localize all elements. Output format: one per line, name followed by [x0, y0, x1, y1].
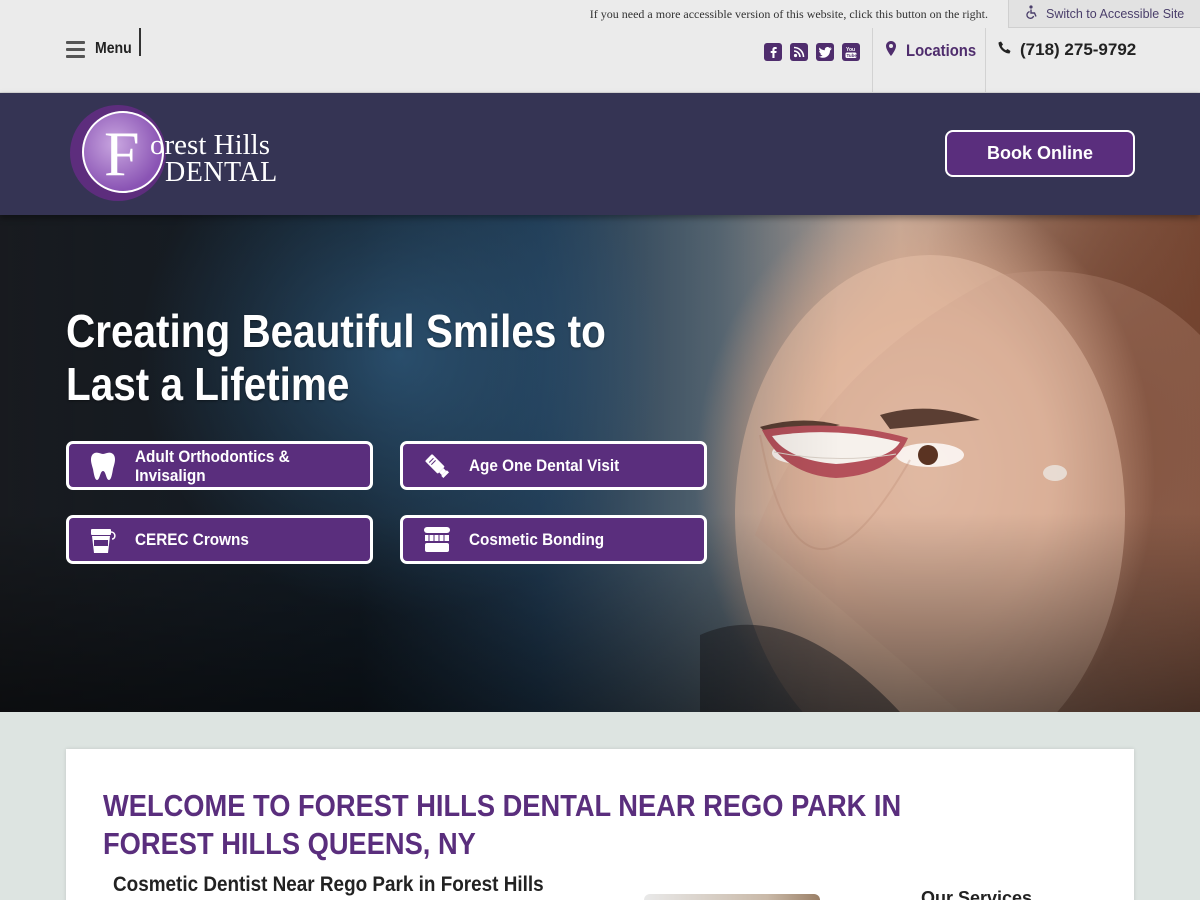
menu-button[interactable]: Menu — [66, 40, 137, 58]
youtube-icon[interactable]: You Tube — [842, 43, 860, 61]
floss-icon — [87, 524, 119, 556]
svg-text:Tube: Tube — [847, 53, 858, 58]
logo[interactable]: F orest Hills DENTAL — [70, 105, 300, 201]
locations-link[interactable]: Locations — [886, 41, 984, 61]
cta-label: CEREC Crowns — [135, 530, 249, 549]
cta-label: Adult Orthodontics & Invisalign — [135, 446, 290, 485]
accessibility-bar: If you need a more accessible version of… — [0, 0, 1200, 28]
welcome-title: WELCOME TO FOREST HILLS DENTAL NEAR REGO… — [103, 788, 902, 861]
twitter-icon[interactable] — [816, 43, 834, 61]
cta-cosmetic-bonding[interactable]: Cosmetic Bonding — [400, 515, 707, 564]
utility-separator — [985, 28, 986, 92]
locations-label: Locations — [906, 41, 977, 60]
utility-separator — [872, 28, 873, 92]
hero-banner: Creating Beautiful Smiles to Last a Life… — [0, 215, 1200, 712]
switch-accessible-label: Switch to Accessible Site — [1046, 6, 1185, 21]
hero-title: Creating Beautiful Smiles to Last a Life… — [66, 305, 606, 410]
cta-age-one-visit[interactable]: Age One Dental Visit — [400, 441, 707, 490]
cta-label: Cosmetic Bonding — [469, 530, 605, 549]
social-links: You Tube — [764, 43, 860, 61]
menu-divider — [139, 28, 141, 56]
subheading: Cosmetic Dentist Near Rego Park in Fores… — [113, 873, 544, 896]
phone-icon — [998, 41, 1011, 59]
book-online-button[interactable]: Book Online — [945, 130, 1135, 177]
toothpaste-icon — [421, 450, 453, 482]
facebook-icon[interactable] — [764, 43, 782, 61]
content-image — [644, 894, 820, 900]
phone-number: (718) 275-9792 — [1020, 40, 1137, 59]
phone-link[interactable]: (718) 275-9792 — [998, 40, 1136, 60]
accessibility-notice: If you need a more accessible version of… — [589, 7, 988, 21]
switch-accessible-site-button[interactable]: Switch to Accessible Site — [1008, 0, 1200, 28]
main-content: WELCOME TO FOREST HILLS DENTAL NEAR REGO… — [0, 712, 1200, 900]
menu-label: Menu — [95, 40, 132, 57]
wheelchair-icon — [1025, 5, 1038, 22]
cta-adult-orthodontics[interactable]: Adult Orthodontics & Invisalign — [66, 441, 373, 490]
cta-cerec-crowns[interactable]: CEREC Crowns — [66, 515, 373, 564]
rss-icon[interactable] — [790, 43, 808, 61]
cta-label: Age One Dental Visit — [469, 456, 620, 475]
hamburger-icon — [66, 40, 85, 58]
site-header: F orest Hills DENTAL Book Online — [0, 93, 1200, 215]
map-pin-icon — [886, 41, 896, 61]
tooth-icon — [87, 450, 119, 482]
utility-bar: Menu You Tube Locations (718) 275-9792 — [0, 28, 1200, 93]
toothbrush-icon — [421, 524, 453, 556]
logo-line2: DENTAL — [165, 157, 278, 188]
services-title: Our Services — [921, 888, 1033, 900]
logo-initial: F — [104, 118, 140, 189]
